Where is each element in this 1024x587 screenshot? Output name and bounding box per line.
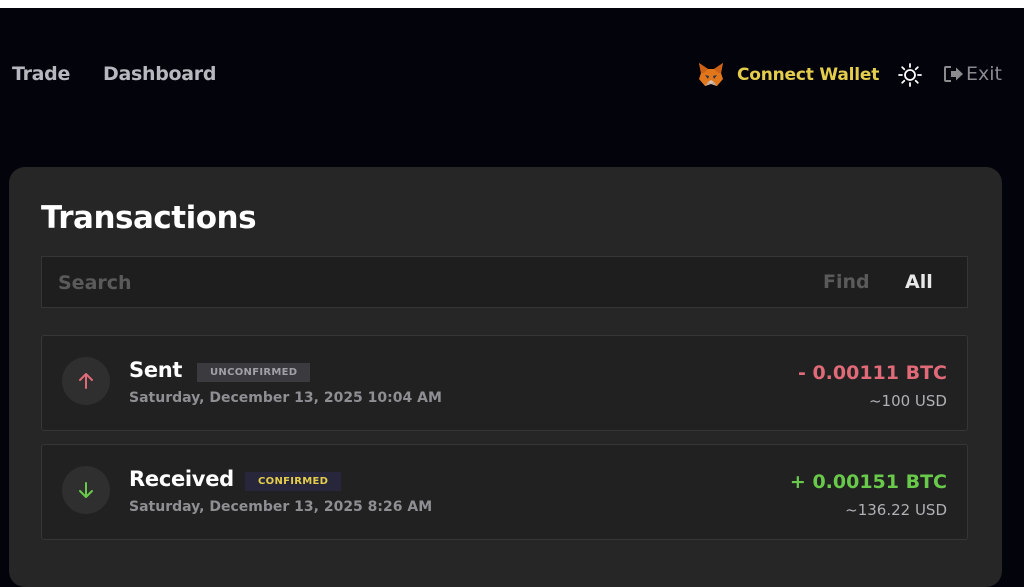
status-badge: UNCONFIRMED: [197, 363, 311, 382]
tx-icon-circle: [62, 357, 110, 405]
tx-usd-value: ~136.22 USD: [845, 501, 947, 519]
tx-icon-circle: [62, 466, 110, 514]
connect-wallet-label: Connect Wallet: [737, 65, 880, 85]
tx-date: Saturday, December 13, 2025 10:04 AM: [129, 390, 442, 406]
nav-trade-link[interactable]: Trade: [12, 63, 70, 85]
tx-type-label: Sent: [129, 358, 183, 382]
nav-dashboard-link[interactable]: Dashboard: [103, 63, 216, 85]
connect-wallet-button[interactable]: Connect Wallet: [697, 61, 879, 89]
transaction-row-received[interactable]: Received CONFIRMED Saturday, December 13…: [41, 444, 968, 540]
tx-usd-value: ~100 USD: [868, 392, 947, 410]
search-input[interactable]: [56, 257, 760, 309]
tx-type-label: Received: [129, 467, 234, 491]
search-bar: Find All: [41, 256, 968, 309]
exit-icon: [944, 66, 963, 82]
status-badge: CONFIRMED: [245, 472, 342, 491]
sun-icon[interactable]: [896, 63, 924, 87]
tx-amount: - 0.00111 BTC: [797, 362, 947, 384]
top-strip: [0, 0, 1024, 8]
tx-amount: + 0.00151 BTC: [789, 471, 947, 493]
arrow-down-icon: [79, 482, 93, 498]
arrow-up-icon: [79, 373, 93, 389]
top-navigation: Trade Dashboard Connect Wallet Exit: [0, 63, 1024, 87]
exit-label: Exit: [966, 63, 1002, 85]
tx-date: Saturday, December 13, 2025 8:26 AM: [129, 499, 433, 515]
transactions-panel: Transactions Find All Sent UNCONFIRMED S…: [9, 167, 1002, 587]
all-filter-button[interactable]: All: [905, 271, 933, 293]
exit-button[interactable]: Exit: [943, 63, 1002, 85]
find-button[interactable]: Find: [823, 271, 870, 293]
transaction-row-sent[interactable]: Sent UNCONFIRMED Saturday, December 13, …: [41, 335, 968, 431]
page-title: Transactions: [41, 200, 257, 236]
metamask-fox-icon: [699, 63, 723, 86]
